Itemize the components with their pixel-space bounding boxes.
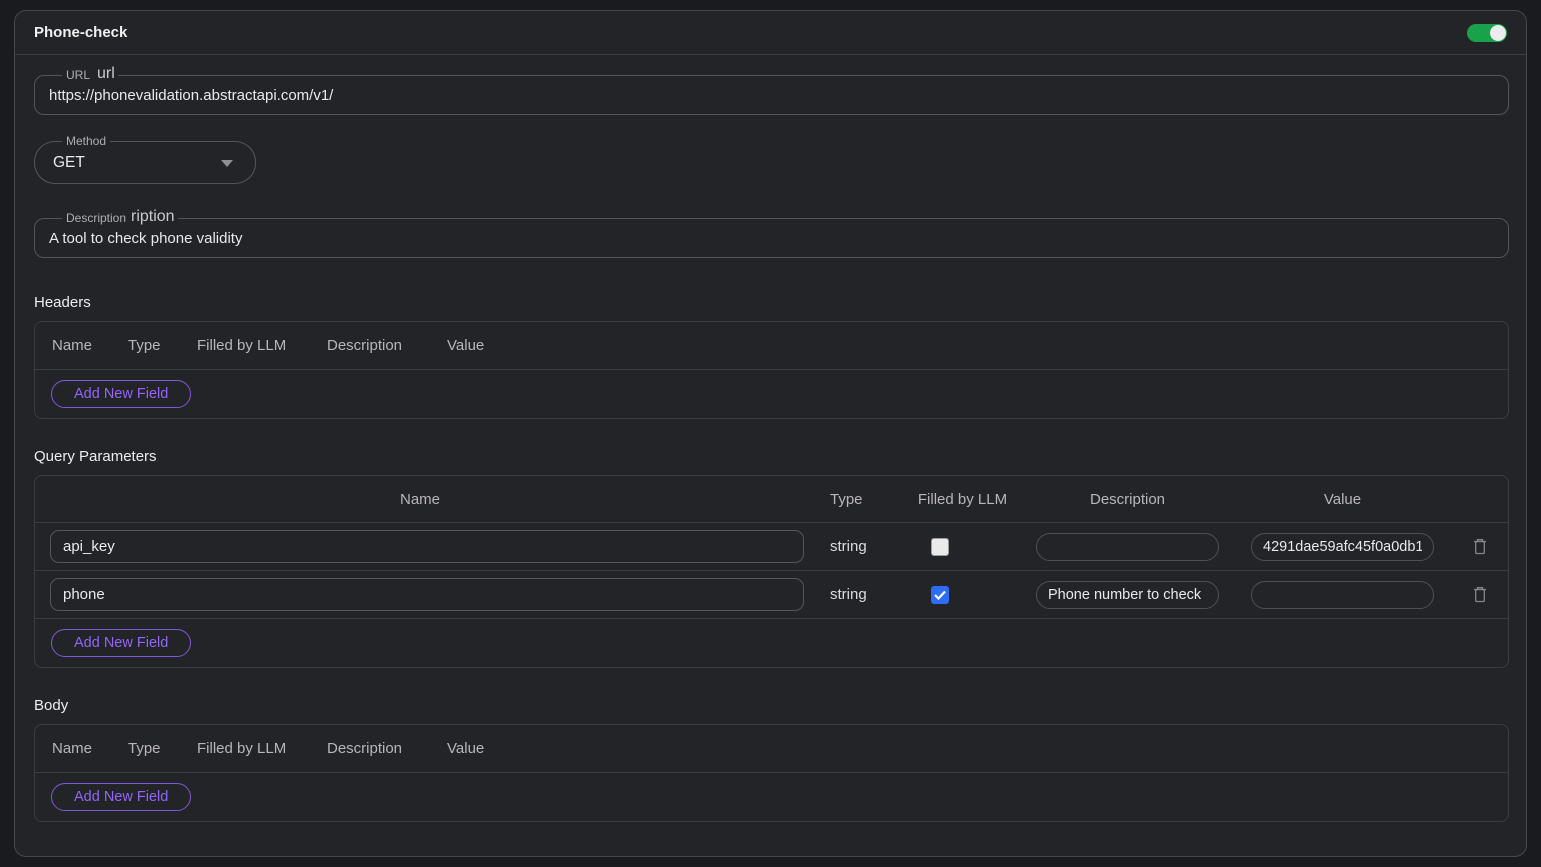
description-input[interactable] bbox=[35, 219, 1508, 257]
column-header-filled-by-llm: Filled by LLM bbox=[905, 491, 1020, 508]
trash-icon bbox=[1473, 586, 1487, 603]
body-table-header: Name Type Filled by LLM Description Valu… bbox=[35, 725, 1508, 773]
query-params-add-new-field-button[interactable]: Add New Field bbox=[51, 629, 191, 657]
column-header-name: Name bbox=[52, 337, 128, 354]
column-header-type: Type bbox=[128, 740, 197, 757]
headers-add-new-field-button[interactable]: Add New Field bbox=[51, 380, 191, 408]
param-type-value: string bbox=[805, 586, 905, 603]
column-header-type: Type bbox=[128, 337, 197, 354]
url-input[interactable] bbox=[35, 76, 1508, 114]
param-description-input[interactable] bbox=[1036, 533, 1219, 561]
body-section-title: Body bbox=[34, 697, 1507, 715]
headers-table: Name Type Filled by LLM Description Valu… bbox=[34, 321, 1509, 419]
column-header-description: Description bbox=[327, 740, 447, 757]
description-field-label-artifact: ription bbox=[128, 207, 178, 226]
method-select-label: Method bbox=[62, 134, 110, 149]
panel-content: URL url Method GET Description ription H… bbox=[15, 55, 1526, 822]
tool-enabled-toggle[interactable] bbox=[1467, 24, 1507, 42]
param-description-input[interactable] bbox=[1036, 581, 1219, 609]
panel-title: Phone-check bbox=[34, 24, 127, 41]
query-params-table: Name Type Filled by LLM Description Valu… bbox=[34, 475, 1509, 668]
method-select[interactable]: Method GET bbox=[34, 141, 256, 184]
method-selected-value: GET bbox=[53, 154, 85, 172]
description-field: Description ription bbox=[34, 218, 1509, 258]
url-field-label-artifact: url bbox=[94, 64, 118, 83]
delete-param-button[interactable] bbox=[1471, 536, 1489, 557]
body-add-new-field-button[interactable]: Add New Field bbox=[51, 783, 191, 811]
headers-section-title: Headers bbox=[34, 294, 1507, 312]
chevron-down-icon bbox=[221, 160, 233, 167]
check-icon bbox=[934, 590, 946, 600]
delete-param-button[interactable] bbox=[1471, 584, 1489, 605]
headers-add-row: Add New Field bbox=[35, 370, 1508, 418]
filled-by-llm-checkbox[interactable] bbox=[931, 586, 949, 604]
column-header-name: Name bbox=[35, 491, 805, 508]
column-header-filled-by-llm: Filled by LLM bbox=[197, 740, 327, 757]
filled-by-llm-checkbox[interactable] bbox=[931, 538, 949, 556]
query-params-add-row: Add New Field bbox=[35, 619, 1508, 667]
column-header-description: Description bbox=[1020, 491, 1235, 508]
column-header-type: Type bbox=[805, 491, 905, 508]
param-value-input[interactable] bbox=[1251, 533, 1434, 561]
query-param-row: string bbox=[35, 571, 1508, 619]
phone-check-panel: Phone-check URL url Method GET Descripti… bbox=[14, 10, 1527, 857]
column-header-value: Value bbox=[1235, 491, 1450, 508]
query-param-row: string bbox=[35, 523, 1508, 571]
param-name-input[interactable] bbox=[50, 578, 804, 611]
column-header-value: Value bbox=[447, 337, 484, 354]
description-field-label: Description bbox=[62, 211, 130, 226]
column-header-value: Value bbox=[447, 740, 484, 757]
param-value-input[interactable] bbox=[1251, 581, 1434, 609]
trash-icon bbox=[1473, 538, 1487, 555]
query-params-section-title: Query Parameters bbox=[34, 448, 1507, 466]
body-table: Name Type Filled by LLM Description Valu… bbox=[34, 724, 1509, 822]
headers-table-header: Name Type Filled by LLM Description Valu… bbox=[35, 322, 1508, 370]
column-header-description: Description bbox=[327, 337, 447, 354]
panel-titlebar: Phone-check bbox=[15, 11, 1526, 55]
column-header-name: Name bbox=[52, 740, 128, 757]
query-params-table-header: Name Type Filled by LLM Description Valu… bbox=[35, 476, 1508, 523]
url-field-label: URL bbox=[62, 68, 94, 83]
column-header-filled-by-llm: Filled by LLM bbox=[197, 337, 327, 354]
body-add-row: Add New Field bbox=[35, 773, 1508, 821]
param-name-input[interactable] bbox=[50, 530, 804, 563]
toggle-knob bbox=[1490, 25, 1506, 41]
param-type-value: string bbox=[805, 538, 905, 555]
url-field: URL url bbox=[34, 75, 1509, 115]
